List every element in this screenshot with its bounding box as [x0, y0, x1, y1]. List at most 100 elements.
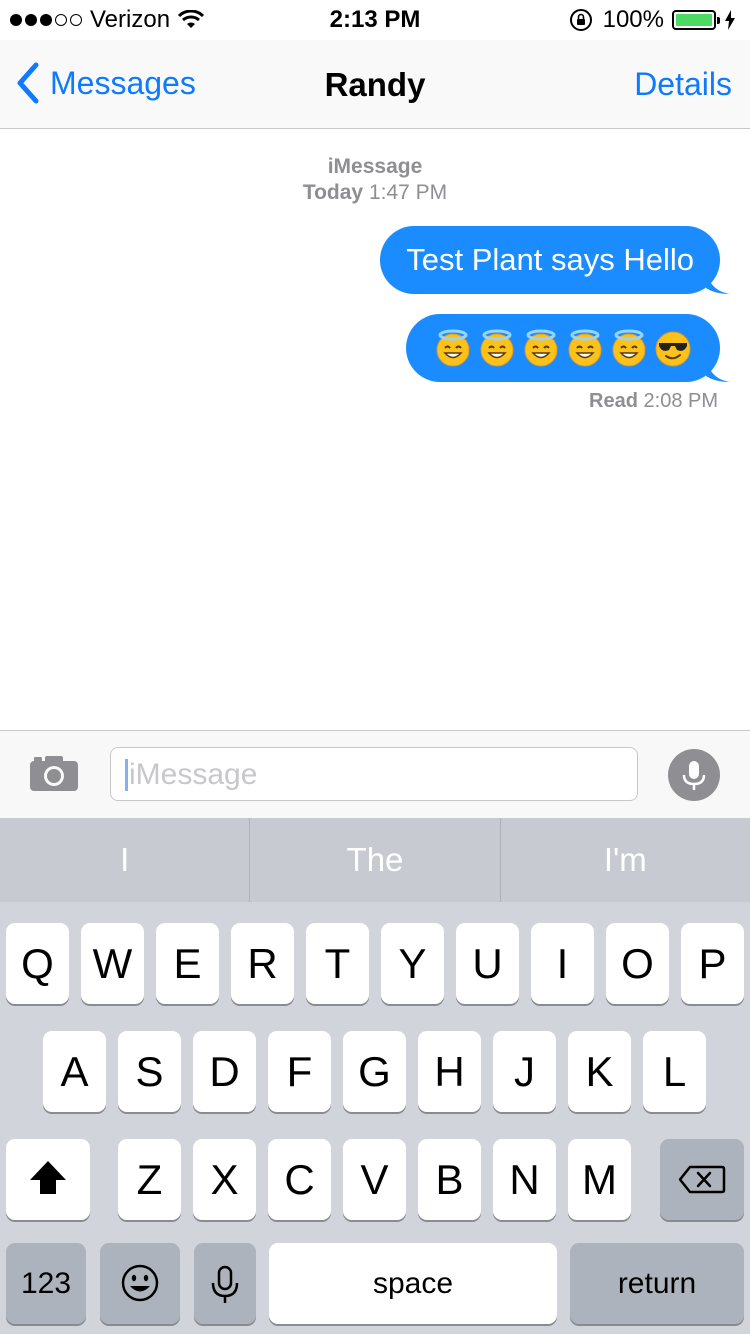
key-label: F [286, 1048, 313, 1095]
key-y[interactable]: Y [381, 923, 444, 1004]
key-label: E [173, 940, 202, 987]
smiling-face-with-halo-icon [524, 329, 558, 367]
key-label: J [514, 1048, 535, 1095]
key-u[interactable]: U [456, 923, 519, 1004]
key-label: B [435, 1156, 464, 1203]
key-label: W [92, 940, 133, 987]
predictive-text-bar: I The I'm [0, 818, 750, 902]
status-right: 100% [569, 6, 736, 34]
key-m[interactable]: M [568, 1139, 631, 1220]
key-f[interactable]: F [268, 1031, 331, 1112]
key-label: Q [21, 940, 54, 987]
key-label: I [556, 940, 569, 987]
smiling-face-with-halo-icon [568, 329, 602, 367]
key-q[interactable]: Q [6, 923, 69, 1004]
key-label: return [617, 1267, 697, 1300]
key-label: L [662, 1048, 687, 1095]
key-b[interactable]: B [418, 1139, 481, 1220]
key-o[interactable]: O [606, 923, 669, 1004]
key-k[interactable]: K [568, 1031, 631, 1112]
read-receipt: Read 2:08 PM [589, 390, 718, 413]
key-label: S [135, 1048, 164, 1095]
key-label: G [358, 1048, 391, 1095]
battery-icon [672, 10, 720, 30]
navigation-bar: Messages Randy Details [0, 40, 750, 129]
prediction-suggestion[interactable]: I'm [499, 818, 750, 902]
timestamp-time: 1:47 PM [368, 181, 448, 204]
key-s[interactable]: S [118, 1031, 181, 1112]
key-label: D [209, 1048, 240, 1095]
shift-key[interactable] [6, 1139, 90, 1220]
read-label: Read [589, 390, 638, 412]
numbers-key[interactable]: 123 [6, 1243, 86, 1324]
key-label: K [585, 1048, 614, 1095]
prediction-suggestion[interactable]: I [0, 818, 249, 902]
smiling-face-with-halo-icon [480, 329, 514, 367]
key-label: V [360, 1156, 389, 1203]
delete-key[interactable] [660, 1139, 744, 1220]
key-a[interactable]: A [43, 1031, 106, 1112]
text-cursor [125, 759, 128, 791]
details-button[interactable]: Details [634, 66, 732, 103]
key-x[interactable]: X [193, 1139, 256, 1220]
key-n[interactable]: N [493, 1139, 556, 1220]
smiling-face-with-halo-icon [436, 329, 470, 367]
bubble-tail [706, 272, 730, 294]
space-key[interactable]: space [269, 1243, 557, 1324]
message-text: Test Plant says Hello [406, 242, 694, 277]
key-l[interactable]: L [643, 1031, 706, 1112]
emoji-key[interactable] [100, 1243, 180, 1324]
key-label: C [284, 1156, 315, 1203]
key-p[interactable]: P [681, 923, 744, 1004]
key-r[interactable]: R [231, 923, 294, 1004]
key-label: P [698, 940, 727, 987]
key-label: M [582, 1156, 617, 1203]
read-time: 2:08 PM [643, 390, 718, 412]
key-v[interactable]: V [343, 1139, 406, 1220]
shift-arrow-icon [30, 1161, 66, 1194]
key-d[interactable]: D [193, 1031, 256, 1112]
key-label: space [372, 1267, 454, 1300]
timestamp-day: Today [302, 181, 364, 204]
key-g[interactable]: G [343, 1031, 406, 1112]
camera-icon[interactable] [28, 753, 80, 793]
key-i[interactable]: I [531, 923, 594, 1004]
key-j[interactable]: J [493, 1031, 556, 1112]
key-label: R [247, 940, 278, 987]
key-label: Y [398, 940, 427, 987]
key-label: Z [136, 1156, 163, 1203]
dictation-key[interactable] [194, 1243, 256, 1324]
key-label: U [472, 940, 503, 987]
key-label: X [210, 1156, 239, 1203]
emoji-message-bubble[interactable] [406, 314, 730, 382]
smiling-face-with-halo-icon [612, 329, 646, 367]
bubble-tail [706, 360, 730, 382]
message-bubble[interactable]: Test Plant says Hello [380, 226, 730, 294]
prediction-suggestion[interactable]: The [249, 818, 499, 902]
key-c[interactable]: C [268, 1139, 331, 1220]
emoji-face-icon [121, 1264, 159, 1302]
key-label: O [621, 940, 654, 987]
key-label: N [509, 1156, 540, 1203]
return-key[interactable]: return [570, 1243, 744, 1324]
message-text-field[interactable]: iMessage [110, 747, 638, 801]
service-label: iMessage [327, 155, 423, 178]
key-w[interactable]: W [81, 923, 144, 1004]
key-label: H [434, 1048, 465, 1095]
key-t[interactable]: T [306, 923, 369, 1004]
dictation-button[interactable] [668, 749, 720, 801]
message-placeholder: iMessage [129, 758, 258, 791]
key-h[interactable]: H [418, 1031, 481, 1112]
key-z[interactable]: Z [118, 1139, 181, 1220]
conversation-timestamp: Today 1:47 PM [0, 180, 750, 206]
battery-percent: 100% [602, 6, 664, 33]
conversation-header: iMessage Today 1:47 PM [0, 154, 750, 206]
status-bar: Verizon 2:13 PM 100% [0, 0, 750, 40]
key-e[interactable]: E [156, 923, 219, 1004]
keyboard: Q W E R T Y U I O P A S D F G H J K L Z … [0, 902, 750, 1334]
key-label: 123 [20, 1267, 72, 1300]
microphone-icon [211, 1265, 239, 1303]
key-label: A [60, 1048, 89, 1095]
message-input-bar: iMessage [0, 730, 750, 819]
smiling-face-with-sunglasses-icon [655, 331, 691, 367]
